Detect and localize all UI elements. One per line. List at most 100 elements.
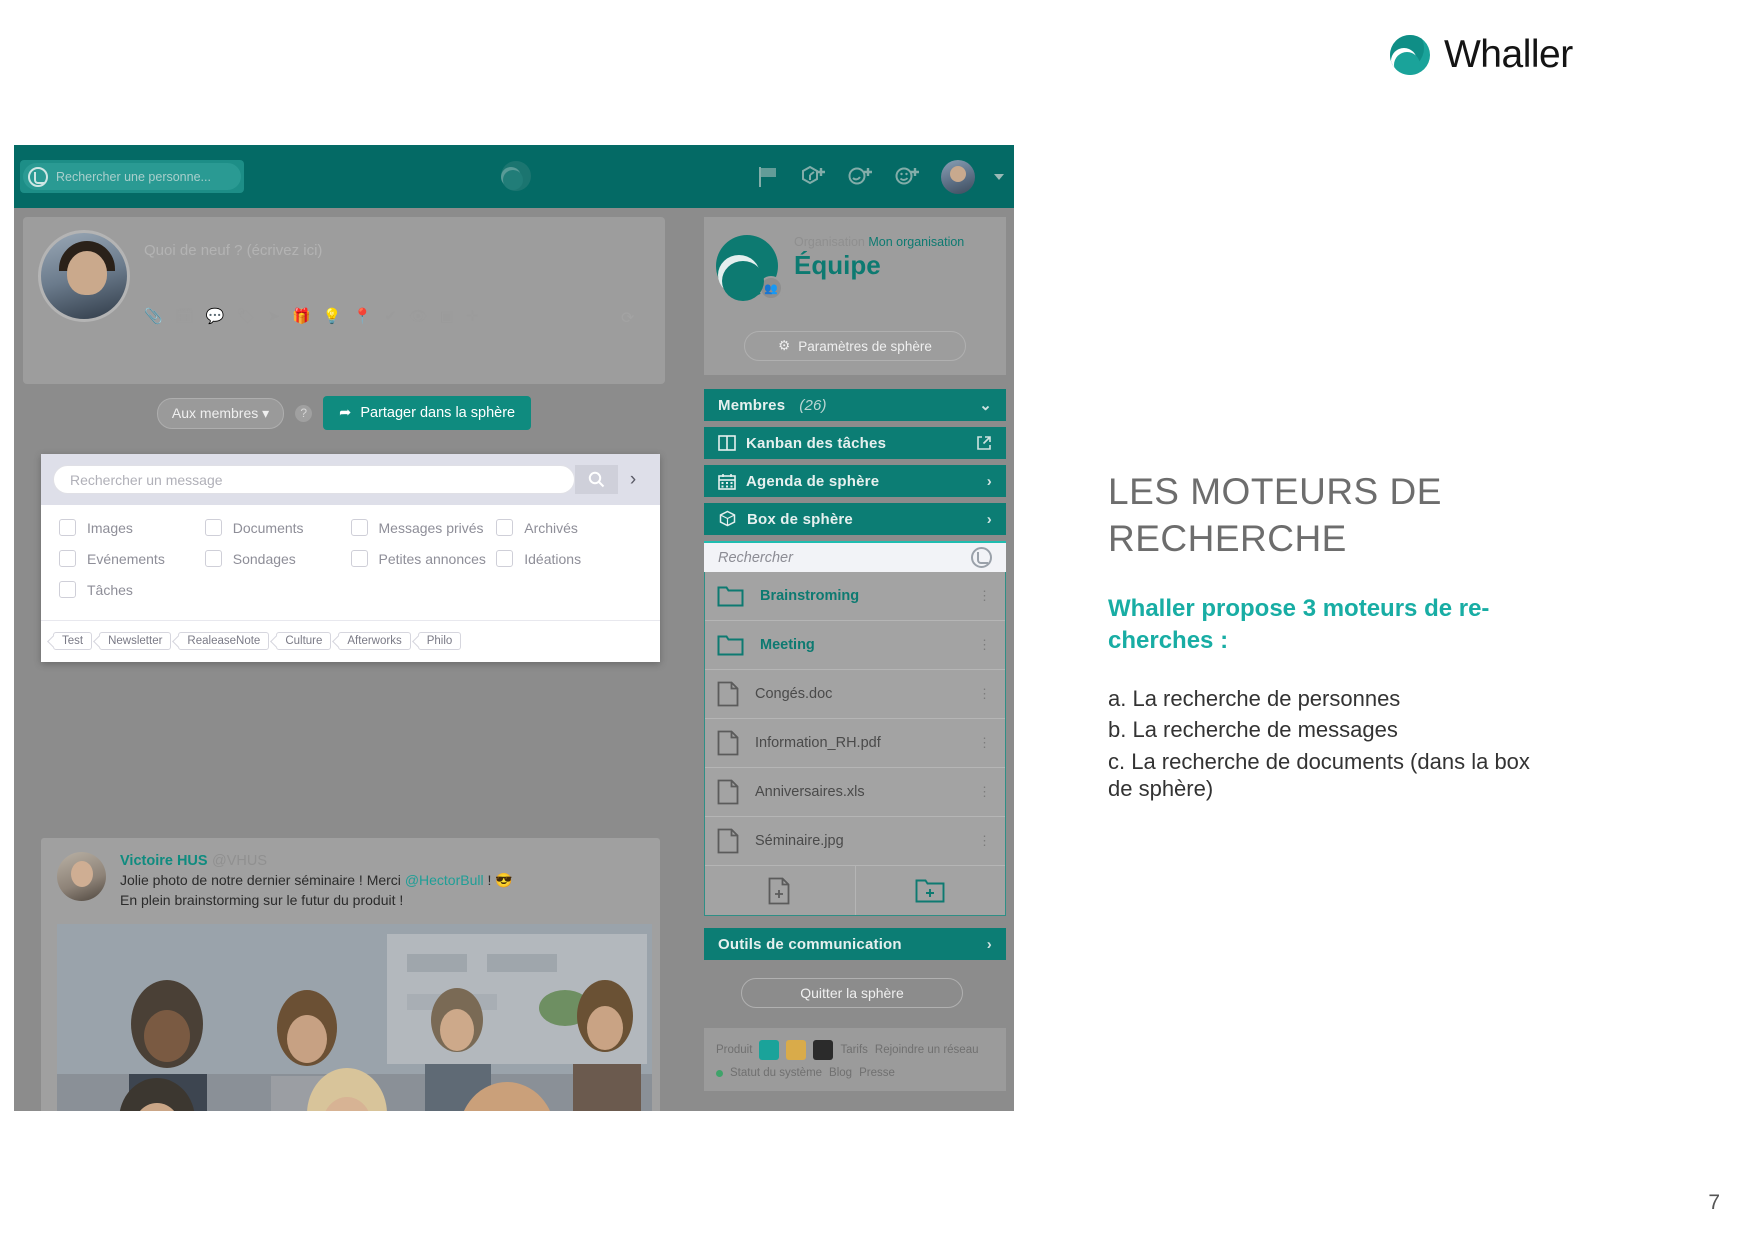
tag-item[interactable]: Test — [53, 632, 93, 650]
file-menu-icon[interactable]: ⋮ — [978, 588, 993, 604]
tag-item[interactable]: Afterworks — [338, 632, 411, 650]
sphere-org-name[interactable]: Mon organisation — [868, 235, 964, 249]
flag-icon[interactable] — [757, 166, 781, 188]
checkbox[interactable] — [59, 581, 76, 598]
calendar-icon[interactable]: 🗓 — [175, 307, 194, 325]
filter-ideations[interactable]: Idéations — [496, 550, 642, 567]
filter-private-messages[interactable]: Messages privés — [350, 519, 497, 536]
app-badge-icon[interactable] — [759, 1040, 780, 1060]
avatar[interactable] — [57, 852, 106, 901]
share-button[interactable]: ➦ Partager dans la sphère — [323, 396, 532, 430]
chevron-down-icon[interactable]: ⌄ — [979, 396, 992, 414]
filter-archived[interactable]: Archivés — [496, 519, 642, 536]
help-icon[interactable]: ? — [295, 404, 313, 422]
gift-icon[interactable]: 🎁 — [292, 307, 311, 325]
footer-rejoindre-link[interactable]: Rejoindre un réseau — [875, 1044, 979, 1056]
sidebar-item-outils[interactable]: Outils de communication › — [704, 928, 1006, 960]
box-search-input[interactable]: Rechercher — [704, 541, 1006, 572]
filter-polls[interactable]: Sondages — [204, 550, 351, 567]
person-search-input[interactable]: Rechercher une personne... — [23, 163, 241, 190]
post-text-line2: En plein brainstorming sur le futur du p… — [120, 891, 404, 908]
file-menu-icon[interactable]: ⋮ — [978, 735, 993, 751]
checkbox[interactable] — [350, 519, 368, 536]
magnifier-icon[interactable] — [575, 465, 618, 494]
file-menu-icon[interactable]: ⋮ — [978, 686, 993, 702]
leave-sphere-button[interactable]: Quitter la sphère — [741, 978, 963, 1008]
external-link-icon[interactable] — [976, 435, 992, 451]
send-icon[interactable]: ➤ — [267, 307, 280, 325]
footer-statut-link[interactable]: Statut du système — [730, 1067, 822, 1079]
media-icon[interactable]: ▣ — [440, 307, 454, 325]
post-mention[interactable]: @HectorBull — [405, 872, 484, 888]
file-menu-icon[interactable]: ⋮ — [978, 637, 993, 653]
list-item[interactable]: Brainstroming ⋮ — [705, 572, 1005, 621]
attachment-icon[interactable]: 📎 — [144, 307, 163, 325]
list-item[interactable]: Anniversaires.xls ⋮ — [705, 768, 1005, 817]
tag-item[interactable]: RealeaseNote — [178, 632, 270, 650]
eye-icon[interactable]: 👁 — [409, 307, 428, 325]
post-author[interactable]: Victoire HUS — [120, 853, 208, 869]
checkbox[interactable] — [496, 550, 514, 567]
sphere-name: Équipe — [794, 250, 881, 280]
filter-documents[interactable]: Documents — [204, 519, 351, 536]
checkbox[interactable] — [350, 550, 368, 567]
add-folder-icon[interactable] — [854, 866, 1006, 915]
refresh-icon[interactable]: ⟳ — [621, 308, 639, 327]
sidebar-item-agenda[interactable]: Agenda de sphère › — [704, 465, 1006, 497]
apple-badge-icon[interactable] — [813, 1040, 834, 1060]
sidebar-item-membres[interactable]: Membres (26) ⌄ — [704, 389, 1006, 421]
footer-tarifs-link[interactable]: Tarifs — [840, 1044, 867, 1056]
app-logo-icon — [501, 161, 531, 191]
chevron-right-icon[interactable]: › — [987, 473, 992, 490]
filter-events[interactable]: Evénements — [59, 550, 205, 567]
location-icon[interactable]: 📍 — [353, 307, 372, 325]
idea-icon[interactable]: 💡 — [323, 307, 342, 325]
tag-item[interactable]: Culture — [276, 632, 332, 650]
chevron-right-icon[interactable]: › — [987, 936, 992, 953]
list-item[interactable]: Information_RH.pdf ⋮ — [705, 719, 1005, 768]
composer-input[interactable]: Quoi de neuf ? (écrivez ici) — [144, 230, 650, 259]
add-file-icon[interactable] — [705, 866, 855, 915]
list-item[interactable]: Congés.doc ⋮ — [705, 670, 1005, 719]
checkbox[interactable] — [59, 550, 76, 567]
box-search-placeholder: Rechercher — [718, 549, 793, 566]
filter-classifieds[interactable]: Petites annonces — [350, 550, 497, 567]
file-menu-icon[interactable]: ⋮ — [978, 784, 993, 800]
checkbox[interactable] — [496, 519, 514, 536]
tag-icon[interactable]: 🏷 — [236, 307, 255, 325]
footer-produit-label[interactable]: Produit — [716, 1044, 752, 1056]
message-search-input[interactable]: Rechercher un message — [53, 465, 575, 494]
filter-tasks[interactable]: Tâches — [59, 581, 207, 598]
sidebar-item-kanban[interactable]: Kanban des tâches — [704, 427, 1006, 459]
file-menu-icon[interactable]: ⋮ — [978, 833, 993, 849]
comment-icon[interactable]: 💬 — [206, 307, 225, 325]
list-item[interactable]: Meeting ⋮ — [705, 621, 1005, 670]
plus-icon[interactable]: ✛ — [466, 307, 479, 325]
check-icon[interactable]: ✔ — [384, 307, 397, 325]
add-sphere-icon[interactable] — [800, 165, 828, 189]
sphere-settings-button[interactable]: ⚙ Paramètres de sphère — [744, 331, 966, 361]
checkbox[interactable] — [204, 550, 222, 567]
avatar[interactable] — [941, 159, 975, 194]
list-item[interactable]: Séminaire.jpg ⋮ — [705, 817, 1005, 866]
sidebar-item-box[interactable]: Box de sphère › — [704, 503, 1006, 535]
footer-presse-link[interactable]: Presse — [859, 1067, 895, 1079]
filter-images[interactable]: Images — [59, 519, 205, 536]
audience-dropdown[interactable]: Aux membres ▾ — [156, 397, 285, 429]
filter-label: Tâches — [87, 581, 133, 598]
checkbox[interactable] — [204, 519, 222, 536]
store-badge-icon[interactable] — [786, 1040, 807, 1060]
filter-row: Images Documents Messages privés Archivé… — [59, 519, 642, 536]
add-contact-icon[interactable] — [894, 165, 922, 189]
add-circle-icon[interactable] — [847, 165, 875, 189]
tag-item[interactable]: Newsletter — [99, 632, 172, 650]
chevron-down-icon[interactable] — [994, 173, 1004, 180]
chevron-right-icon[interactable]: › — [987, 511, 992, 528]
chevron-right-icon[interactable]: › — [618, 469, 648, 491]
document-icon — [717, 779, 739, 805]
checkbox[interactable] — [59, 519, 76, 536]
sphere-settings-label: Paramètres de sphère — [798, 338, 932, 354]
magnifier-icon[interactable] — [971, 547, 992, 568]
footer-blog-link[interactable]: Blog — [829, 1067, 852, 1079]
tag-item[interactable]: Philo — [417, 632, 462, 650]
